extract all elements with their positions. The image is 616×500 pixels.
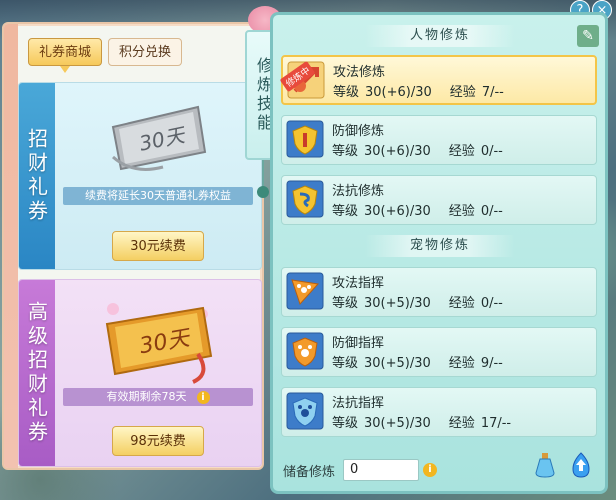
exp-value: 7/-- <box>481 85 504 100</box>
card-info-text: 续费将延长30天普通礼券权益 <box>63 187 253 205</box>
potion-icon[interactable] <box>531 451 559 483</box>
skill-row-defense[interactable]: 防御修炼 等级 30(+6)/30 经验 0/-- <box>281 115 597 165</box>
info-icon[interactable]: i <box>196 390 210 404</box>
voucher-card-premium: 高级招财礼券 30天 有效期剩余78天 i 98元续费 <box>18 279 262 467</box>
level-value: 30(+6)/30 <box>365 85 432 100</box>
exp-value: 0/-- <box>480 204 503 219</box>
tab-voucher-shop[interactable]: 礼券商城 <box>28 38 103 66</box>
active-tab-indicator <box>60 66 70 73</box>
level-label: 等级 <box>332 204 359 219</box>
exp-label: 经验 <box>448 204 475 219</box>
level-label: 等级 <box>332 296 359 311</box>
level-value: 30(+6)/30 <box>364 144 431 159</box>
exp-value: 9/-- <box>480 356 503 371</box>
exp-label: 经验 <box>448 356 475 371</box>
section-character-cultivation: 人物修炼 <box>365 25 515 47</box>
exp-label: 经验 <box>448 296 475 311</box>
upgrade-arrow-icon[interactable] <box>567 451 595 483</box>
hanging-bead <box>257 186 269 198</box>
pet-attack-icon <box>286 272 324 310</box>
skill-row-magic-resist[interactable]: 法抗修炼 等级 30(+6)/30 经验 0/-- <box>281 175 597 225</box>
exp-value: 0/-- <box>480 296 503 311</box>
exp-label: 经验 <box>448 416 475 431</box>
pet-defense-icon <box>286 332 324 370</box>
gold-ticket-icon: 30天 <box>93 294 223 388</box>
magic-resist-icon <box>286 180 324 218</box>
tab-points-exchange[interactable]: 积分兑换 <box>108 38 183 66</box>
reserve-label: 储备修炼 <box>283 464 336 480</box>
skill-name: 防御指挥 <box>332 336 385 351</box>
level-label: 等级 <box>332 416 359 431</box>
card-side-label-bg: 招财礼券 <box>19 83 55 269</box>
skill-name: 防御修炼 <box>332 124 385 139</box>
reserve-value-field[interactable]: 0 <box>343 459 420 481</box>
reserve-bar: 储备修炼 0 i <box>283 459 438 481</box>
card-side-label: 高级招财礼券 <box>24 301 49 445</box>
card-info-text: 有效期剩余78天 i <box>63 388 253 406</box>
renew-98-button[interactable]: 98元续费 <box>112 426 204 456</box>
level-value: 30(+5)/30 <box>364 416 431 431</box>
level-value: 30(+5)/30 <box>364 356 431 371</box>
skill-row-pet-attack[interactable]: 攻法指挥 等级 30(+5)/30 经验 0/-- <box>281 267 597 317</box>
voucher-card-basic: 招财礼券 30天 续费将延长30天普通礼券权益 30元续费 <box>18 82 262 270</box>
card-side-label: 招财礼券 <box>24 128 49 224</box>
level-label: 等级 <box>332 356 359 371</box>
skill-name: 法抗修炼 <box>332 184 385 199</box>
exp-label: 经验 <box>448 144 475 159</box>
skill-name: 法抗指挥 <box>332 396 385 411</box>
section-pet-cultivation: 宠物修炼 <box>365 235 515 257</box>
skill-name: 攻法修炼 <box>333 65 386 80</box>
exp-value: 17/-- <box>480 416 512 431</box>
silver-ticket-icon: 30天 <box>103 97 213 181</box>
edit-icon[interactable]: ✎ <box>577 25 599 47</box>
cultivation-panel: 人物修炼 ✎ 修炼中 攻法修炼 等级 30(+6)/30 经验 7/-- 防御修炼 等… <box>270 12 608 494</box>
info-icon[interactable]: i <box>423 463 438 477</box>
voucher-panel: 礼券商城 积分兑换 招财礼券 30天 续费将延长30天普通礼券权益 30元续费 <box>2 22 264 470</box>
exp-value: 0/-- <box>480 144 503 159</box>
level-label: 等级 <box>332 144 359 159</box>
skill-row-pet-resist[interactable]: 法抗指挥 等级 30(+5)/30 经验 17/-- <box>281 387 597 437</box>
renew-30-button[interactable]: 30元续费 <box>112 231 204 261</box>
defense-icon <box>286 120 324 158</box>
card-side-label-bg: 高级招财礼券 <box>19 280 55 466</box>
panel-edge-stripe <box>4 24 18 468</box>
exp-label: 经验 <box>449 85 476 100</box>
level-label: 等级 <box>333 85 360 100</box>
pet-resist-icon <box>286 392 324 430</box>
voucher-tabs: 礼券商城 积分兑换 <box>28 38 183 73</box>
expiry-text: 有效期剩余78天 <box>106 390 187 403</box>
skill-row-attack[interactable]: 修炼中 攻法修炼 等级 30(+6)/30 经验 7/-- <box>279 55 597 105</box>
level-value: 30(+6)/30 <box>364 204 431 219</box>
skill-row-pet-defense[interactable]: 防御指挥 等级 30(+5)/30 经验 9/-- <box>281 327 597 377</box>
level-value: 30(+5)/30 <box>364 296 431 311</box>
skill-name: 攻法指挥 <box>332 276 385 291</box>
